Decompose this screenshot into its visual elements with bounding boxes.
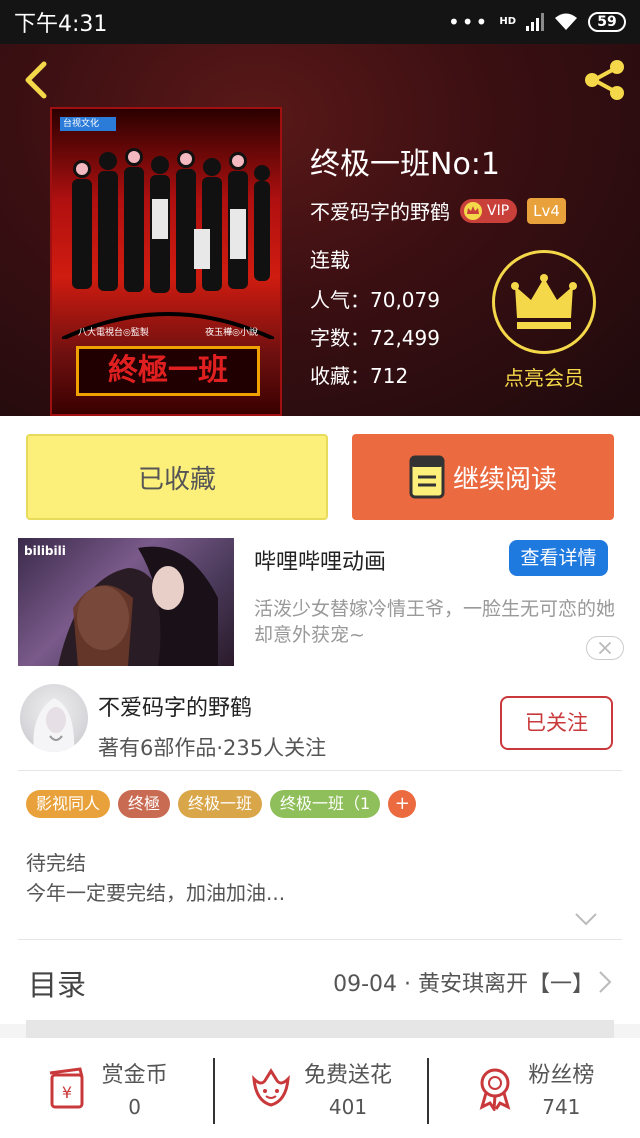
fan-ranking-button[interactable]: 粉丝榜 741 [426,1038,640,1138]
book-description: 待完结 今年一定要完结，加油加油... [26,848,285,908]
follow-button[interactable]: 已关注 [500,696,613,750]
chevron-right-icon[interactable] [598,970,612,994]
reward-count: 0 [128,1095,142,1119]
vip-badge: VIP [460,198,518,223]
flowers-count: 401 [328,1095,368,1119]
red-envelope-icon: ¥ [49,1067,84,1109]
tag-item[interactable]: 终极一班（1 [270,790,381,818]
send-flowers-button[interactable]: 免费送花 401 [213,1038,426,1138]
crown-icon [464,201,482,220]
flower-icon [252,1068,290,1107]
word-count-stat: 字数：72,499 [310,326,440,350]
cover-figures [62,148,274,339]
author-name[interactable]: 不爱码字的野鹤 [310,196,450,225]
hd-label: HD [499,16,516,27]
member-label: 点亮会员 [504,366,584,390]
bottom-actions: ¥ 赏金币 0 免费送花 401 粉丝榜 741 [0,1038,640,1138]
battery-icon: 59 [588,12,626,32]
fans-label: 粉丝榜 [528,1063,595,1088]
book-title: 终极一班No:1 [310,147,500,182]
tag-item[interactable]: 终极一班 [178,790,263,818]
share-icon[interactable] [580,56,628,104]
catalog-label: 目录 [28,968,87,1002]
cover-credits: 八大電視台◎監製 夜玉樺◎小說 [78,328,258,338]
dots-icon: ••• [447,10,490,34]
level-badge: Lv4 [527,197,566,224]
tag-list: 影视同人 终極 终极一班 终极一班（1 + [26,790,417,818]
view-details-button[interactable]: 查看详情 [509,540,608,576]
continue-reading-label: 继续阅读 [452,464,557,495]
description-line: 今年一定要完结，加油加油... [26,881,286,905]
book-icon [409,455,445,499]
ad-thumbnail[interactable]: bilibili [18,538,234,666]
book-header: 台视文化 八大電視台◎監製 夜玉樺◎小說 終極一班 终极一班No:1 不爱码字的… [0,44,640,416]
status-time: 下午4:31 [14,12,108,37]
author-name-secondary[interactable]: 不爱码字的野鹤 [98,690,252,722]
continue-reading-button[interactable]: 继续阅读 [352,434,614,520]
status-bar: 下午4:31 ••• HD 59 [0,0,640,44]
cover-title: 終極一班 [76,346,260,396]
close-icon[interactable] [586,636,624,660]
author-section: 不爱码字的野鹤 著有6部作品·235人关注 已关注 影视同人 终極 终极一班 终… [0,672,640,940]
action-bar: 已收藏 继续阅读 [0,416,640,534]
separator-bar [26,1020,614,1038]
svg-text:¥: ¥ [62,1083,72,1102]
author-info: 著有6部作品·235人关注 [98,736,327,760]
member-button[interactable] [492,250,596,354]
ad-banner: bilibili 哔哩哔哩动画 查看详情 活泼少女替嫁冷情王爷，一脸生无可恋的她… [0,534,640,672]
reward-label: 赏金币 [101,1063,168,1088]
latest-chapter[interactable]: 09-04 · 黄安琪离开【一】 [333,966,594,998]
crown-icon [511,274,577,329]
collected-button[interactable]: 已收藏 [26,434,328,520]
cover-logo: 台视文化 [60,117,116,131]
add-tag-button[interactable]: + [388,790,417,818]
catalog-row[interactable]: 目录 09-04 · 黄安琪离开【一】 [0,940,640,1024]
chevron-down-icon[interactable] [574,912,598,926]
bilibili-logo: bilibili [24,544,66,558]
avatar-image [33,698,75,752]
ad-title[interactable]: 哔哩哔哩动画 [254,544,386,576]
avatar[interactable] [20,684,88,752]
medal-icon [479,1068,511,1111]
author-row: 不爱码字的野鹤 VIP Lv4 [310,196,566,225]
flowers-label: 免费送花 [303,1063,392,1088]
popularity-stat: 人气：70,079 [310,288,440,312]
tag-item[interactable]: 影视同人 [26,790,111,818]
tag-item[interactable]: 终極 [118,790,171,818]
description-line: 待完结 [26,851,86,875]
favorites-stat: 收藏：712 [310,364,409,388]
reward-coins-button[interactable]: ¥ 赏金币 0 [0,1038,213,1138]
book-status: 连载 [310,248,350,272]
back-icon[interactable] [16,60,56,100]
divider [18,770,622,771]
wifi-icon [555,13,577,30]
ad-description: 活泼少女替嫁冷情王爷，一脸生无可恋的她却意外获宠~ [254,598,616,646]
fans-count: 741 [542,1095,581,1119]
book-cover[interactable]: 台视文化 八大電視台◎監製 夜玉樺◎小說 終極一班 [50,107,282,416]
signal-icon [526,13,544,31]
status-icons: ••• HD 59 [448,10,626,34]
